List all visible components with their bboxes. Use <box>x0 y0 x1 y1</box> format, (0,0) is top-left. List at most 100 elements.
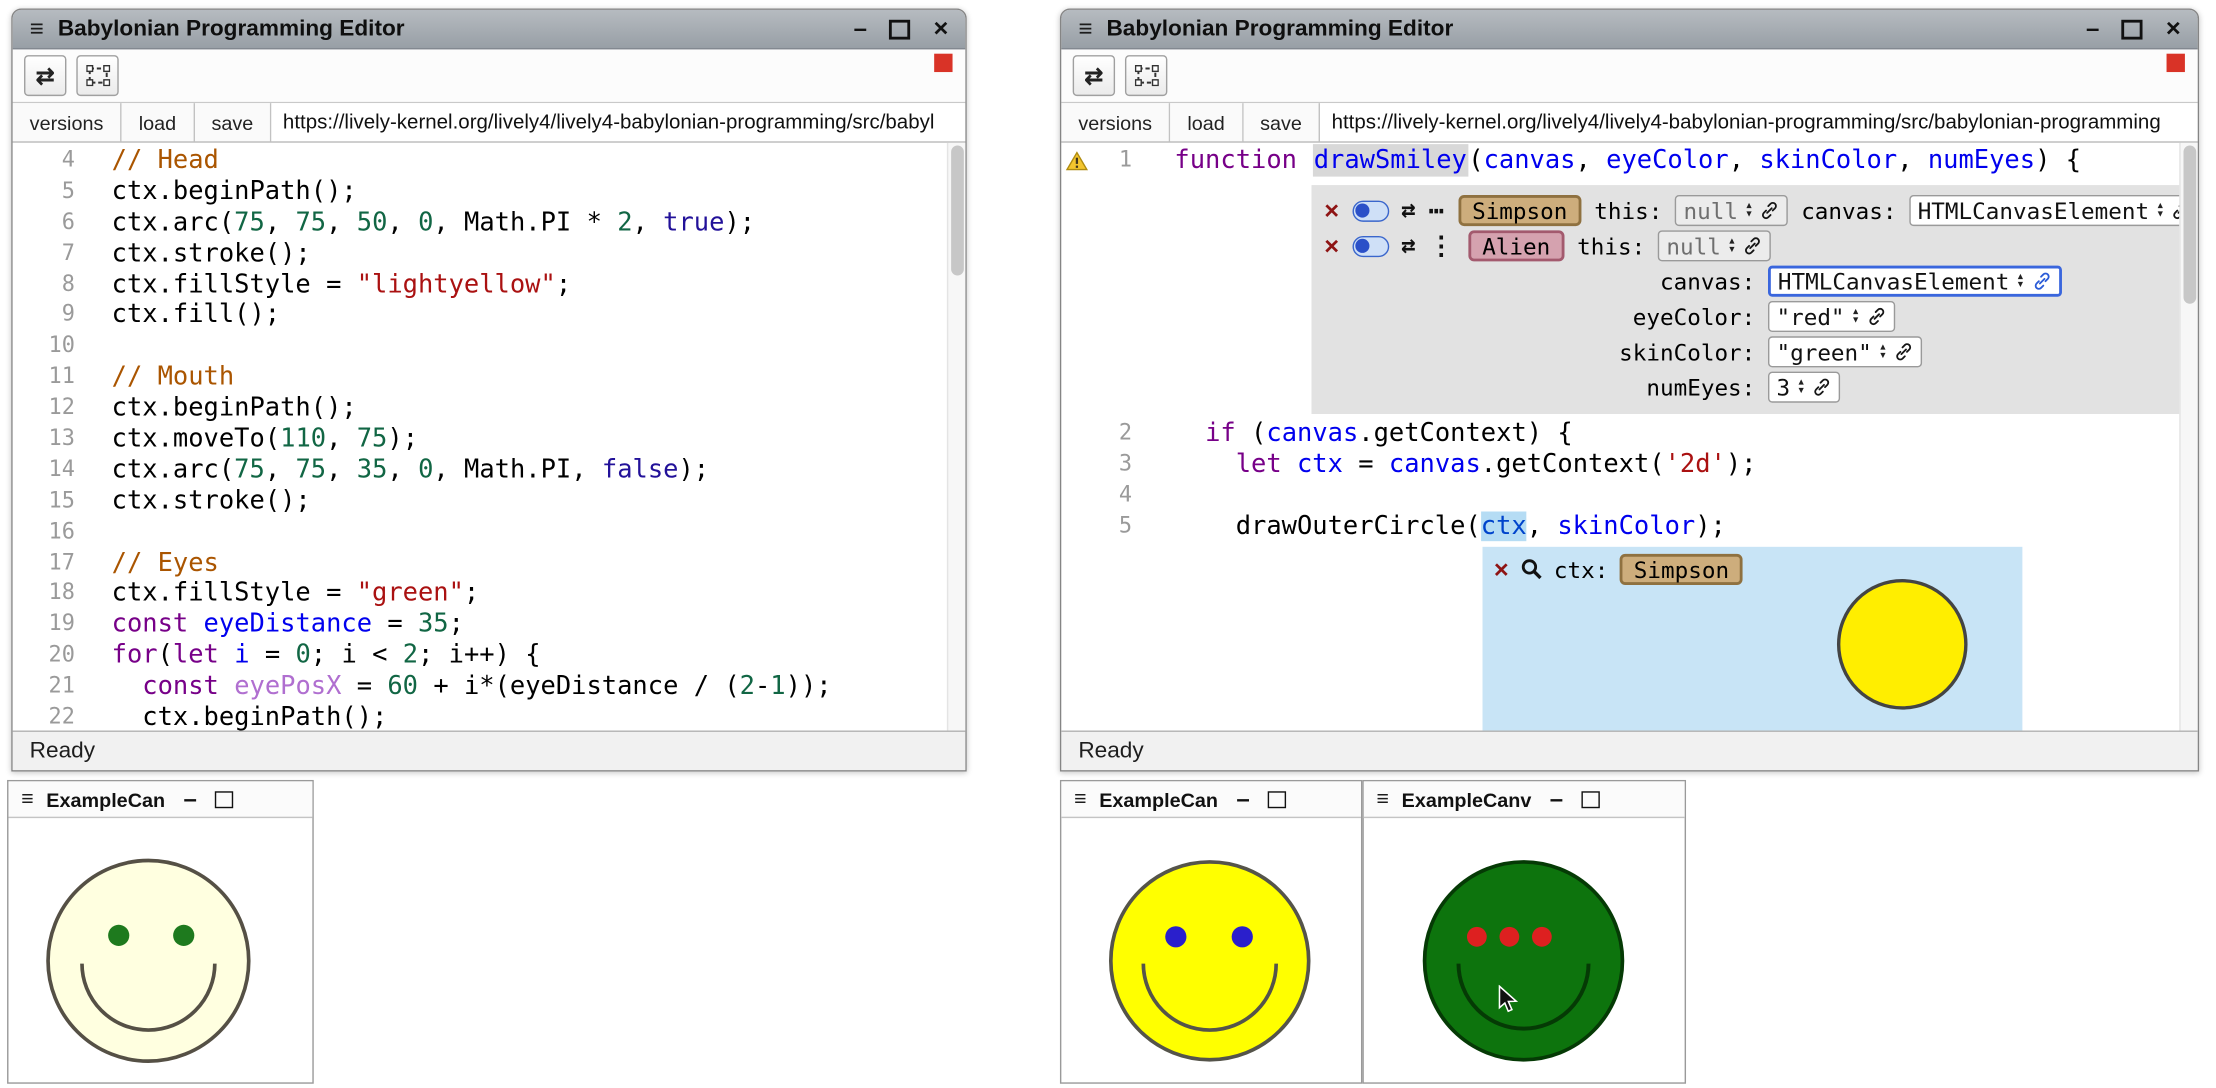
example-menu-icon[interactable]: ⋯ <box>1428 196 1445 226</box>
titlebar[interactable]: ≡ ExampleCan – <box>1061 781 1361 818</box>
menu-icon[interactable]: ≡ <box>1377 787 1389 811</box>
example-canvas[interactable] <box>1364 818 1685 1082</box>
code-line[interactable]: 4 <box>1061 480 2197 511</box>
code-line[interactable]: 9ctx.fill(); <box>13 300 966 331</box>
param-value-box[interactable]: 3 ▴▾ <box>1768 372 1841 403</box>
example-badge[interactable]: Simpson <box>1458 196 1582 227</box>
menu-icon[interactable]: ≡ <box>30 15 44 43</box>
delete-probe-icon[interactable]: × <box>1494 557 1509 582</box>
menu-icon[interactable]: ≡ <box>1078 15 1092 43</box>
swap-button[interactable]: ⇄ <box>1073 55 1115 96</box>
code-line[interactable]: 7ctx.stroke(); <box>13 238 966 269</box>
code-line[interactable]: 20for(let i = 0; i < 2; i++) { <box>13 640 966 671</box>
delete-example-icon[interactable]: × <box>1324 198 1339 223</box>
minimize-icon[interactable]: – <box>1550 792 1563 806</box>
titlebar[interactable]: ≡ ExampleCan – <box>8 781 312 818</box>
menu-icon[interactable]: ≡ <box>1074 787 1086 811</box>
scrollbar-thumb[interactable] <box>2184 146 2197 304</box>
minimize-icon[interactable]: – <box>2086 22 2099 36</box>
code-line[interactable]: 14ctx.arc(75, 75, 35, 0, Math.PI, false)… <box>13 455 966 486</box>
code-line[interactable]: 16 <box>13 517 966 548</box>
titlebar[interactable]: ≡ ExampleCanv – <box>1364 781 1685 818</box>
code-line[interactable]: 11// Mouth <box>13 362 966 393</box>
swap-icon[interactable]: ⇄ <box>1401 232 1415 260</box>
example-toggle[interactable] <box>1352 200 1389 221</box>
code-line[interactable]: 18ctx.fillStyle = "green"; <box>13 579 966 610</box>
maximize-icon[interactable] <box>890 19 911 39</box>
code-line[interactable]: 6ctx.arc(75, 75, 50, 0, Math.PI * 2, tru… <box>13 207 966 238</box>
code-line[interactable]: 12ctx.beginPath(); <box>13 393 966 424</box>
link-icon[interactable] <box>1743 237 1763 257</box>
example-toggle[interactable] <box>1352 236 1389 257</box>
menu-icon[interactable]: ≡ <box>21 787 33 811</box>
minimize-icon[interactable]: – <box>1236 792 1249 806</box>
scrollbar-thumb[interactable] <box>951 146 964 276</box>
code-line[interactable]: 10 <box>13 331 966 362</box>
delete-example-icon[interactable]: × <box>1324 234 1339 259</box>
magnifier-icon[interactable] <box>1520 559 1543 582</box>
link-icon[interactable] <box>1867 307 1887 327</box>
code-line[interactable]: 8ctx.fillStyle = "lightyellow"; <box>13 269 966 300</box>
code-line[interactable]: 5 drawOuterCircle(ctx, skinColor); <box>1061 511 2197 542</box>
example-menu-icon[interactable]: ⋮ <box>1428 232 1455 262</box>
maximize-icon[interactable] <box>215 791 233 808</box>
param-value-box[interactable]: null ▴▾ <box>1658 231 1771 262</box>
link-icon[interactable] <box>1812 378 1832 398</box>
swap-button[interactable]: ⇄ <box>24 55 66 96</box>
scrollbar[interactable] <box>2179 143 2197 731</box>
stepper-icon[interactable]: ▴▾ <box>2156 202 2164 220</box>
url-field[interactable]: https://lively-kernel.org/lively4/lively… <box>1320 103 2197 141</box>
select-frame-button[interactable] <box>1125 55 1167 96</box>
save-button[interactable]: save <box>194 103 271 141</box>
maximize-icon[interactable] <box>1268 791 1286 808</box>
param-value-box[interactable]: "red" ▴▾ <box>1768 302 1895 333</box>
versions-button[interactable]: versions <box>13 103 122 141</box>
link-icon[interactable] <box>1760 201 1780 221</box>
probe-badge[interactable]: Simpson <box>1620 555 1744 586</box>
code-line[interactable]: 5ctx.beginPath(); <box>13 176 966 207</box>
param-value-box[interactable]: "green" ▴▾ <box>1768 337 1922 368</box>
load-button[interactable]: load <box>122 103 195 141</box>
code-line[interactable]: 4// Head <box>13 146 966 177</box>
code-line[interactable]: 15ctx.stroke(); <box>13 486 966 517</box>
code-line[interactable]: 1function drawSmiley(canvas, eyeColor, s… <box>1061 146 2197 177</box>
code-editor[interactable]: 4// Head5ctx.beginPath();6ctx.arc(75, 75… <box>13 143 966 731</box>
close-icon[interactable]: × <box>2166 14 2181 44</box>
code-line[interactable]: 22 ctx.beginPath(); <box>13 702 966 730</box>
url-field[interactable]: https://lively-kernel.org/lively4/lively… <box>272 103 966 141</box>
code-line[interactable]: 3 let ctx = canvas.getContext('2d'); <box>1061 449 2197 480</box>
code-line[interactable]: 13ctx.moveTo(110, 75); <box>13 424 966 455</box>
stepper-icon[interactable]: ▴▾ <box>1745 202 1753 220</box>
swap-icon[interactable]: ⇄ <box>1401 197 1415 225</box>
example-canvas[interactable] <box>1061 818 1361 1082</box>
code-line[interactable]: 19const eyeDistance = 35; <box>13 609 966 640</box>
minimize-icon[interactable]: – <box>183 792 196 806</box>
stepper-icon[interactable]: ▴▾ <box>1879 343 1887 361</box>
code-editor[interactable]: 1function drawSmiley(canvas, eyeColor, s… <box>1061 143 2197 731</box>
minimize-icon[interactable]: – <box>854 22 867 36</box>
titlebar[interactable]: ≡ Babylonian Programming Editor – × <box>1061 10 2197 50</box>
param-value-box[interactable]: HTMLCanvasElement ▴▾ <box>1909 196 2197 227</box>
param-value-box[interactable]: null ▴▾ <box>1675 196 1788 227</box>
link-icon[interactable] <box>2032 272 2052 292</box>
example-canvas[interactable] <box>8 818 312 1082</box>
code-line[interactable]: 21 const eyePosX = 60 + i*(eyeDistance /… <box>13 671 966 702</box>
param-value-box[interactable]: HTMLCanvasElement ▴▾ <box>1768 266 2061 297</box>
scrollbar[interactable] <box>947 143 965 731</box>
stepper-icon[interactable]: ▴▾ <box>1852 308 1860 326</box>
titlebar[interactable]: ≡ Babylonian Programming Editor – × <box>13 10 966 50</box>
warning-icon[interactable] <box>1066 151 1089 171</box>
maximize-icon[interactable] <box>1582 791 1600 808</box>
link-icon[interactable] <box>1894 342 1914 362</box>
save-button[interactable]: save <box>1243 103 1320 141</box>
code-line[interactable]: 17// Eyes <box>13 548 966 579</box>
stepper-icon[interactable]: ▴▾ <box>2016 273 2024 291</box>
stepper-icon[interactable]: ▴▾ <box>1797 379 1805 397</box>
load-button[interactable]: load <box>1170 103 1243 141</box>
stepper-icon[interactable]: ▴▾ <box>1728 237 1736 255</box>
versions-button[interactable]: versions <box>1061 103 1170 141</box>
maximize-icon[interactable] <box>2122 19 2143 39</box>
example-badge[interactable]: Alien <box>1468 231 1564 262</box>
close-icon[interactable]: × <box>933 14 948 44</box>
select-frame-button[interactable] <box>76 55 118 96</box>
